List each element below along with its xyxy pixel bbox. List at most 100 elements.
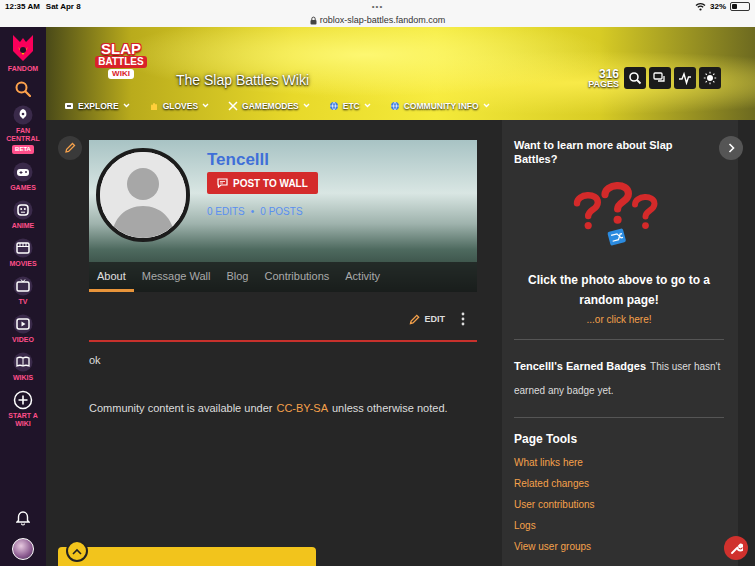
url-text[interactable]: roblox-slap-battles.fandom.com xyxy=(320,15,446,25)
battery-percent: 32% xyxy=(710,2,726,11)
posts-count[interactable]: 0 POSTS xyxy=(260,206,302,217)
theme-button[interactable] xyxy=(699,67,721,89)
lock-icon xyxy=(310,16,317,25)
bell-icon[interactable] xyxy=(16,510,30,526)
fandom-nav-item[interactable]: WIKIS xyxy=(1,352,45,382)
post-to-wall-button[interactable]: POST TO WALL xyxy=(207,172,318,194)
fandom-nav-item[interactable]: START A WIKI xyxy=(1,390,45,428)
search-button[interactable] xyxy=(624,67,646,89)
activity-button[interactable] xyxy=(674,67,696,89)
fandom-nav-label[interactable]: WIKIS xyxy=(1,374,45,382)
fandom-logo[interactable]: FANDOM xyxy=(1,33,45,73)
wiki-title[interactable]: The Slap Battles Wiki xyxy=(176,72,309,88)
page-tool-link[interactable]: Related changes xyxy=(514,473,724,494)
profile-tab[interactable]: About xyxy=(89,262,134,292)
status-left: 12:35 AMSat Apr 8 xyxy=(5,2,372,11)
right-rail: Want to learn more about Slap Battles?Cl… xyxy=(502,120,738,566)
fandom-label[interactable]: FANDOM xyxy=(1,65,45,73)
license-link[interactable]: CC-BY-SA xyxy=(276,402,328,414)
fandom-search[interactable] xyxy=(15,81,31,97)
promo-caption: Click the photo above to go to a random … xyxy=(514,270,724,310)
pencil-icon xyxy=(409,314,420,325)
post-to-wall-label[interactable]: POST TO WALL xyxy=(233,178,308,189)
fandom-nav-label[interactable]: ANIME xyxy=(1,222,45,230)
rail-divider xyxy=(514,417,724,418)
nav-label[interactable]: GLOVES xyxy=(163,101,198,111)
edits-count[interactable]: 0 EDITS xyxy=(207,206,245,217)
wiki-logo[interactable]: SLAPBATTLESWIKI xyxy=(90,41,152,79)
main-column: TencelllPOST TO WALL0 EDITS•0 POSTSAbout… xyxy=(46,120,502,566)
page-count-label: PAGES xyxy=(588,80,619,89)
page-tool-link[interactable]: Logs xyxy=(514,515,724,536)
nav-menu[interactable]: COMMUNITY INFO xyxy=(390,101,490,111)
discussions-button[interactable] xyxy=(649,67,671,89)
logo-word[interactable]: SLAP xyxy=(101,41,141,56)
page-tools-title: Page Tools xyxy=(514,432,724,446)
nav-menu[interactable]: GAMEMODES xyxy=(228,101,310,111)
license-text: Community content is available underCC-B… xyxy=(89,402,477,414)
chevron-down-icon xyxy=(123,103,130,108)
profile-tab[interactable]: Blog xyxy=(218,262,256,292)
gutter xyxy=(46,120,89,566)
tab-dots[interactable]: ••• xyxy=(372,2,383,11)
nav-label[interactable]: COMMUNITY INFO xyxy=(404,101,479,111)
page-area: FANDOM FAN CENTRALBETA GAMES ANIME MOVIES TV V… xyxy=(0,27,755,566)
user-avatar[interactable] xyxy=(12,538,34,560)
fandom-nav-label[interactable]: TV xyxy=(1,298,45,306)
nav-menu[interactable]: EXPLORE xyxy=(64,101,130,111)
fandom-nav-label[interactable]: GAMES xyxy=(1,184,45,192)
page-tool-link[interactable]: User contributions xyxy=(514,494,724,515)
video-icon xyxy=(13,314,33,334)
fandom-nav-item[interactable]: ANIME xyxy=(1,200,45,230)
divider-line xyxy=(89,340,477,342)
url-bar[interactable]: roblox-slap-battles.fandom.com xyxy=(0,13,755,27)
pencil-icon xyxy=(64,142,76,154)
question-marks-icon[interactable] xyxy=(573,180,665,252)
profile-tab[interactable]: Activity xyxy=(337,262,388,292)
page-tool-link[interactable]: What links here xyxy=(514,452,724,473)
fandom-nav-label[interactable]: VIDEO xyxy=(1,336,45,344)
page-count-number: 316 xyxy=(599,68,619,80)
theme-icon xyxy=(703,71,717,85)
rail-toggle-button[interactable] xyxy=(719,136,743,160)
fandom-nav-item[interactable]: MOVIES xyxy=(1,238,45,268)
nav-menu[interactable]: GLOVES xyxy=(149,101,209,111)
book-icon xyxy=(13,352,33,372)
header-top: SLAPBATTLESWIKI The Slap Battles Wiki 316P… xyxy=(64,27,721,91)
nav-label[interactable]: ETC xyxy=(343,101,360,111)
profile-top: TencelllPOST TO WALL0 EDITS•0 POSTS xyxy=(89,140,477,242)
fandom-nav-item[interactable]: FAN CENTRALBETA xyxy=(1,105,45,154)
fandom-nav-label[interactable]: START A WIKI xyxy=(1,412,45,428)
nav-label[interactable]: GAMEMODES xyxy=(242,101,299,111)
edit-profile-button[interactable] xyxy=(58,136,82,160)
edit-label[interactable]: EDIT xyxy=(424,314,445,324)
badges-title: Tencelll's Earned Badges xyxy=(514,360,646,372)
kebab-menu-icon[interactable] xyxy=(461,312,465,326)
fandom-nav-item[interactable]: GAMES xyxy=(1,162,45,192)
profile-tab[interactable]: Message Wall xyxy=(134,262,219,292)
chat-icon xyxy=(217,178,228,188)
random-page-link[interactable]: ...or click here! xyxy=(514,314,724,325)
rail-divider xyxy=(514,339,724,340)
license-suffix: unless otherwise noted. xyxy=(332,402,448,414)
logo-word[interactable]: WIKI xyxy=(108,69,134,79)
fandom-nav-label[interactable]: MOVIES xyxy=(1,260,45,268)
toolbar-tab[interactable] xyxy=(58,547,316,566)
badges-section: Tencelll's Earned BadgesThis user hasn't… xyxy=(514,354,724,403)
toolbar-toggle-button[interactable] xyxy=(66,540,88,562)
logo-word[interactable]: BATTLES xyxy=(95,56,146,68)
fandom-nav-item[interactable]: TV xyxy=(1,276,45,306)
movie-icon xyxy=(13,238,33,258)
swords-icon xyxy=(228,101,238,111)
explore-icon xyxy=(64,101,74,111)
fandom-nav-label[interactable]: FAN CENTRAL xyxy=(1,127,45,143)
profile-tab[interactable]: Contributions xyxy=(256,262,337,292)
nav-menu[interactable]: ETC xyxy=(329,101,371,111)
nav-label[interactable]: EXPLORE xyxy=(78,101,119,111)
random-page-image[interactable] xyxy=(514,180,724,252)
profile-info: TencelllPOST TO WALL0 EDITS•0 POSTS xyxy=(207,148,318,242)
page-tool-link[interactable]: View user groups xyxy=(514,536,724,557)
admin-tools-button[interactable] xyxy=(724,536,748,560)
fandom-nav-item[interactable]: VIDEO xyxy=(1,314,45,344)
edit-button[interactable]: EDIT xyxy=(409,314,445,325)
